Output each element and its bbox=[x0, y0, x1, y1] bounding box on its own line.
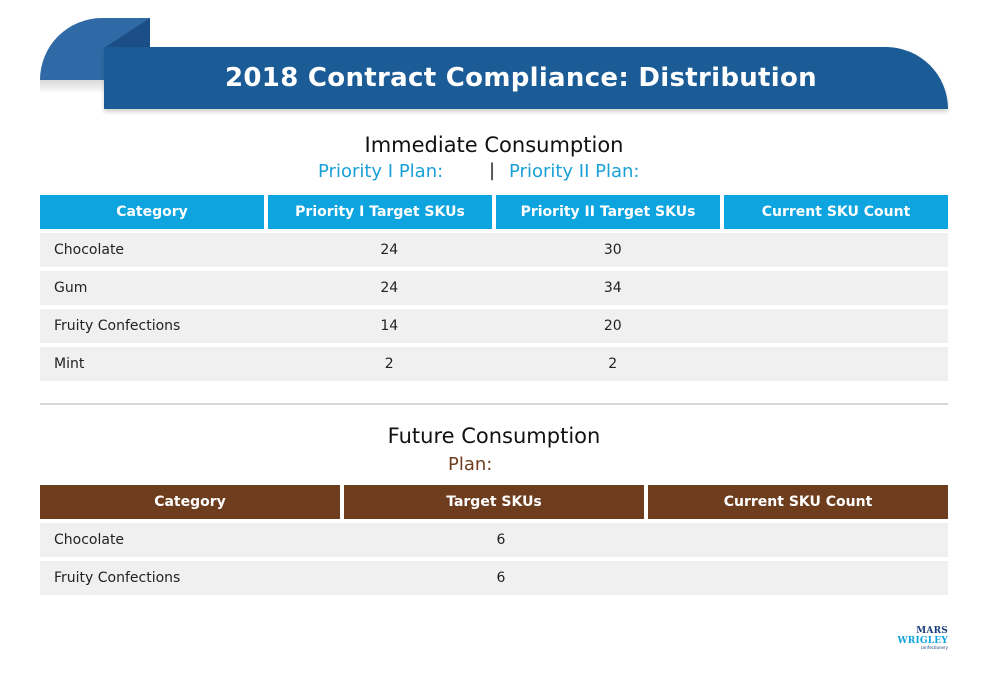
section-divider bbox=[40, 403, 948, 405]
priority-1-cell: 24 bbox=[380, 280, 399, 296]
column-header-current-count: Current SKU Count bbox=[648, 485, 948, 519]
plan-separator: | bbox=[489, 160, 496, 181]
priority-2-plan-label: Priority II Plan: bbox=[509, 161, 640, 182]
category-cell: Fruity Confections bbox=[54, 318, 181, 334]
future-table-header: Category Target SKUs Current SKU Count bbox=[40, 485, 948, 519]
immediate-table-header: Category Priority I Target SKUs Priority… bbox=[40, 195, 948, 229]
column-header-category: Category bbox=[40, 195, 264, 229]
priority-1-cell: 2 bbox=[384, 356, 394, 372]
priority-2-cell: 20 bbox=[603, 318, 622, 334]
column-header-target: Target SKUs bbox=[344, 485, 644, 519]
column-header-current-count: Current SKU Count bbox=[724, 195, 948, 229]
priority-2-cell: 30 bbox=[603, 242, 622, 258]
logo-mars-text: MARS bbox=[916, 626, 948, 636]
priority-1-cell: 24 bbox=[380, 242, 399, 258]
category-cell: Fruity Confections bbox=[54, 570, 181, 586]
table-row: Fruity Confections 6 bbox=[40, 561, 948, 595]
category-cell: Mint bbox=[54, 356, 85, 372]
table-row: Chocolate 6 bbox=[40, 523, 948, 557]
banner-fold bbox=[104, 18, 150, 48]
table-row: Fruity Confections 14 20 bbox=[40, 309, 948, 343]
category-cell: Chocolate bbox=[54, 532, 125, 548]
future-table: Category Target SKUs Current SKU Count C… bbox=[40, 485, 948, 595]
table-row: Chocolate 24 30 bbox=[40, 233, 948, 267]
banner-shadow bbox=[40, 80, 104, 94]
priority-2-cell: 2 bbox=[608, 356, 618, 372]
future-section-title: Future Consumption bbox=[387, 424, 601, 448]
category-cell: Gum bbox=[54, 280, 88, 296]
target-cell: 6 bbox=[496, 532, 506, 548]
column-header-priority-2-target: Priority II Target SKUs bbox=[496, 195, 720, 229]
immediate-table: Category Priority I Target SKUs Priority… bbox=[40, 195, 948, 381]
future-plan-label: Plan: bbox=[448, 454, 493, 475]
page-title: 2018 Contract Compliance: Distribution bbox=[225, 63, 817, 93]
mars-wrigley-logo: MARS WRIGLEY confectionery bbox=[866, 626, 949, 650]
immediate-section-title: Immediate Consumption bbox=[364, 133, 624, 157]
priority-1-cell: 14 bbox=[380, 318, 399, 334]
category-cell: Chocolate bbox=[54, 242, 125, 258]
column-header-category: Category bbox=[40, 485, 340, 519]
column-header-priority-1-target: Priority I Target SKUs bbox=[268, 195, 492, 229]
table-row: Gum 24 34 bbox=[40, 271, 948, 305]
target-cell: 6 bbox=[496, 570, 506, 586]
title-banner: 2018 Contract Compliance: Distribution bbox=[104, 47, 948, 109]
table-row: Mint 2 2 bbox=[40, 347, 948, 381]
priority-2-cell: 34 bbox=[603, 280, 622, 296]
priority-1-plan-label: Priority I Plan: bbox=[318, 161, 444, 182]
